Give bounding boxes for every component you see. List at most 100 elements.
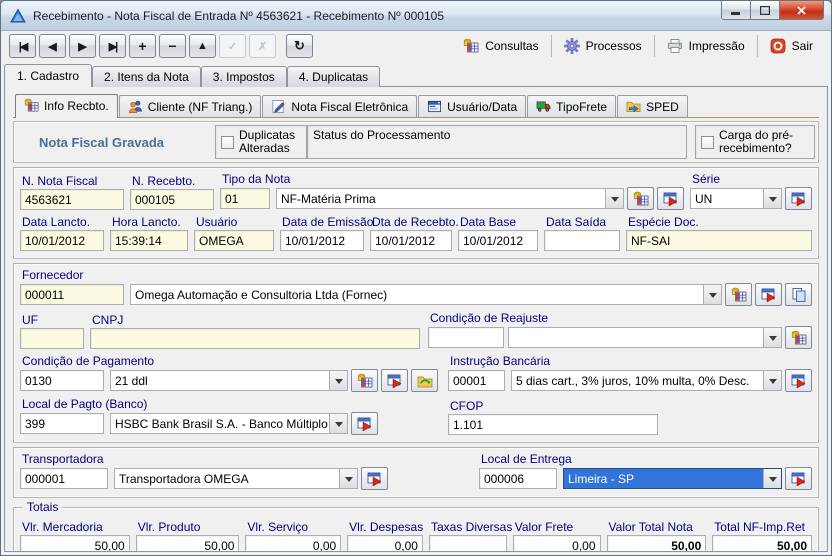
usuario-field[interactable]: OMEGA (194, 230, 274, 251)
nav-post-button[interactable]: ✓ (219, 34, 246, 58)
nav-delete-button[interactable]: − (159, 34, 186, 58)
window-arrow-icon (663, 191, 679, 207)
subtab-tipofrete[interactable]: TipoFrete (527, 95, 616, 117)
chevron-down-icon[interactable] (703, 285, 721, 304)
vlr-produto-field[interactable]: 50,00 (136, 535, 240, 552)
data-saida-field[interactable] (544, 230, 620, 251)
transportadora-open-button[interactable] (361, 467, 388, 490)
instrucao-bancaria-code-field[interactable]: 00001 (448, 370, 505, 391)
cond-pagamento-combo[interactable]: 21 ddl (110, 370, 348, 391)
app-window: Recebimento - Nota Fiscal de Entrada Nº … (0, 0, 832, 556)
toolbar: |◀ ◀ ▶ ▶| + − ▲ ✓ ✗ ↻ Consultas Processo… (1, 31, 831, 61)
tipo-nota-lookup-button[interactable] (627, 187, 654, 210)
nav-last-button[interactable]: ▶| (99, 34, 126, 58)
cond-reajuste-lookup-button[interactable] (785, 326, 812, 349)
sair-button[interactable]: Sair (760, 35, 823, 57)
processos-button[interactable]: Processos (554, 35, 652, 57)
chevron-down-icon[interactable] (763, 371, 781, 390)
close-button[interactable] (779, 1, 824, 20)
maximize-button[interactable] (750, 1, 779, 20)
vlr-mercadoria-field[interactable]: 50,00 (20, 535, 130, 552)
total-nf-imp-ret-field[interactable]: 50,00 (712, 535, 812, 552)
n-recebto-field[interactable]: 000105 (130, 189, 214, 210)
subtab-sped[interactable]: SPED (617, 95, 688, 117)
tab-impostos[interactable]: 3. Impostos (201, 66, 287, 87)
taxas-diversas-field[interactable] (429, 535, 507, 552)
window-arrow-icon (791, 373, 807, 389)
data-base-field[interactable]: 10/01/2012 (458, 230, 538, 251)
local-entrega-code-field[interactable]: 000006 (479, 468, 557, 489)
fornecedor-open-button[interactable] (755, 283, 782, 306)
nav-prior-button[interactable]: ◀ (39, 34, 66, 58)
cond-pagamento-open-button[interactable] (381, 369, 408, 392)
vlr-servico-field[interactable]: 0,00 (245, 535, 341, 552)
especie-doc-field[interactable]: NF-SAI (626, 230, 812, 251)
cond-reajuste-combo[interactable] (508, 327, 782, 348)
nav-refresh-button[interactable]: ↻ (286, 34, 313, 58)
local-pagto-combo[interactable]: HSBC Bank Brasil S.A. - Banco Múltiplo (110, 413, 348, 434)
valor-total-nota-field[interactable]: 50,00 (607, 535, 707, 552)
vlr-despesas-field[interactable]: 0,00 (347, 535, 423, 552)
serie-open-button[interactable] (785, 187, 812, 210)
serie-label: Série (692, 172, 812, 187)
subtab-usuario-data[interactable]: Usuário/Data (418, 95, 526, 117)
fornecedor-code-field[interactable]: 000011 (20, 284, 124, 305)
chevron-down-icon[interactable] (763, 189, 781, 208)
local-entrega-open-button[interactable] (785, 467, 812, 490)
subtab-cliente[interactable]: Cliente (NF Triang.) (119, 95, 262, 117)
fornecedor-panel: Fornecedor 000011 Omega Automação e Cons… (13, 263, 819, 443)
dta-recebto-field[interactable]: 10/01/2012 (370, 230, 452, 251)
cond-pagamento-lookup-button[interactable] (351, 369, 378, 392)
chevron-down-icon[interactable] (763, 469, 781, 488)
carga-pre-recebimento-checkbox[interactable] (701, 136, 714, 149)
nav-next-button[interactable]: ▶ (69, 34, 96, 58)
minimize-button[interactable] (721, 1, 750, 20)
copy-icon (791, 287, 807, 303)
consultas-button[interactable]: Consultas (453, 35, 548, 57)
subtab-nfe[interactable]: Nota Fiscal Eletrônica (262, 95, 417, 117)
valor-total-nota-label: Valor Total Nota (609, 520, 707, 535)
cfop-label: CFOP (450, 399, 658, 414)
chevron-down-icon[interactable] (329, 371, 347, 390)
nav-cancel-button[interactable]: ✗ (249, 34, 276, 58)
chevron-down-icon[interactable] (605, 189, 623, 208)
impressao-button[interactable]: Impressão (657, 35, 755, 57)
chevron-down-icon[interactable] (339, 469, 357, 488)
nav-insert-button[interactable]: + (129, 34, 156, 58)
data-emissao-field[interactable]: 10/01/2012 (280, 230, 364, 251)
instrucao-bancaria-combo[interactable]: 5 dias cart., 3% juros, 10% multa, 0% De… (511, 370, 782, 391)
hora-lancto-field[interactable]: 15:39:14 (110, 230, 188, 251)
subtab-info-recbto[interactable]: Info Recbto. (15, 94, 118, 118)
instrucao-bancaria-open-button[interactable] (785, 369, 812, 392)
nav-first-button[interactable]: |◀ (9, 34, 36, 58)
cond-reajuste-code-field[interactable] (428, 327, 504, 348)
tipo-da-nota-code-field[interactable]: 01 (220, 188, 270, 209)
cnpj-field[interactable] (90, 328, 420, 349)
fornecedor-copy-button[interactable] (785, 283, 812, 306)
local-pagto-code-field[interactable]: 399 (20, 413, 104, 434)
chevron-down-icon[interactable] (329, 414, 347, 433)
tipo-da-nota-combo[interactable]: NF-Matéria Prima (276, 188, 624, 209)
cfop-field[interactable]: 1.101 (448, 414, 658, 435)
valor-frete-field[interactable]: 0,00 (513, 535, 601, 552)
uf-field[interactable] (20, 328, 84, 349)
duplicatas-alteradas-checkbox[interactable] (221, 136, 234, 149)
tab-duplicatas[interactable]: 4. Duplicatas (287, 66, 380, 87)
local-entrega-combo[interactable]: Limeira - SP (563, 468, 782, 489)
cond-pagamento-refresh-button[interactable] (411, 369, 438, 392)
serie-combo[interactable]: UN (690, 188, 782, 209)
cond-pagamento-code-field[interactable]: 0130 (20, 370, 104, 391)
chevron-down-icon[interactable] (763, 328, 781, 347)
nav-edit-button[interactable]: ▲ (189, 34, 216, 58)
tab-cadastro[interactable]: 1. Cadastro (4, 64, 92, 87)
n-nota-fiscal-field[interactable]: 4563621 (20, 189, 124, 210)
local-pagto-open-button[interactable] (351, 412, 378, 435)
tab-itens-da-nota[interactable]: 2. Itens da Nota (92, 66, 201, 87)
data-lancto-field[interactable]: 10/01/2012 (20, 230, 104, 251)
fornecedor-combo[interactable]: Omega Automação e Consultoria Ltda (Forn… (130, 284, 722, 305)
carga-pre-recebimento-label: Carga do pré-recebimento? (719, 129, 809, 155)
tipo-nota-open-button[interactable] (657, 187, 684, 210)
transportadora-code-field[interactable]: 000001 (20, 468, 108, 489)
fornecedor-lookup-button[interactable] (725, 283, 752, 306)
transportadora-combo[interactable]: Transportadora OMEGA (114, 468, 358, 489)
